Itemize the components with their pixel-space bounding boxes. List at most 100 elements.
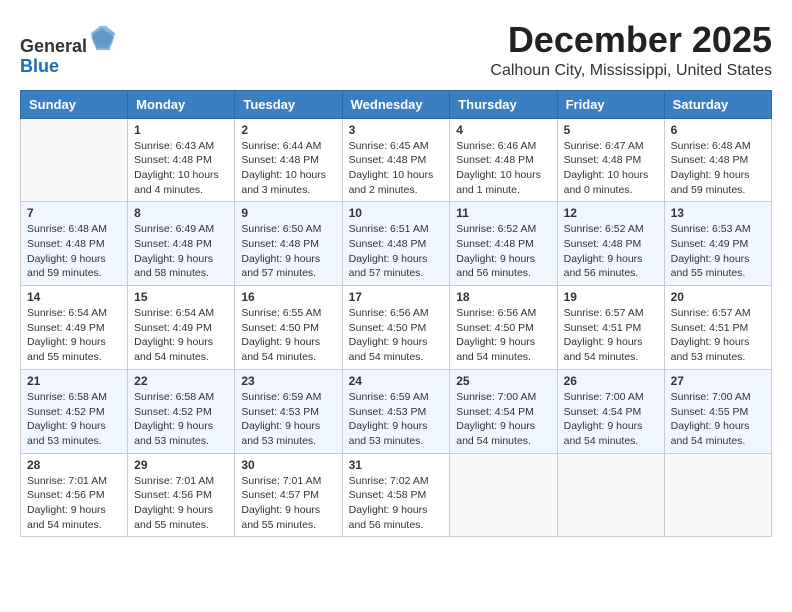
calendar-week-row: 1 Sunrise: 6:43 AM Sunset: 4:48 PM Daylig… — [21, 118, 772, 202]
calendar-cell: 15Sunrise: 6:54 AM Sunset: 4:49 PM Dayli… — [128, 286, 235, 370]
day-number: 14 — [27, 290, 121, 304]
day-info: Sunrise: 6:52 AM Sunset: 4:48 PM Dayligh… — [564, 222, 658, 281]
calendar-cell: 3Sunrise: 6:45 AM Sunset: 4:48 PM Daylig… — [342, 118, 450, 202]
day-info: Sunrise: 7:02 AM Sunset: 4:58 PM Dayligh… — [349, 474, 444, 533]
calendar-week-row: 21 Sunrise: 6:58 AM Sunset: 4:52 PM Dayli… — [21, 369, 772, 453]
day-number: 1 — [134, 123, 228, 137]
calendar-cell — [664, 453, 771, 537]
day-info: Sunrise: 6:48 AM Sunset: 4:48 PM Dayligh… — [27, 222, 121, 281]
calendar-cell: 12Sunrise: 6:52 AM Sunset: 4:48 PM Dayli… — [557, 202, 664, 286]
logo-blue: Blue — [20, 56, 59, 76]
day-number: 17 — [349, 290, 444, 304]
logo-icon — [89, 24, 117, 52]
weekday-header: Tuesday — [235, 90, 342, 118]
day-info: Sunrise: 7:01 AM Sunset: 4:56 PM Dayligh… — [134, 474, 228, 533]
weekday-header: Sunday — [21, 90, 128, 118]
day-number: 7 — [27, 206, 121, 220]
day-number: 15 — [134, 290, 228, 304]
day-info: Sunrise: 7:00 AM Sunset: 4:55 PM Dayligh… — [671, 390, 765, 449]
day-number: 28 — [27, 458, 121, 472]
day-number: 21 — [27, 374, 121, 388]
subtitle: Calhoun City, Mississippi, United States — [490, 62, 772, 80]
day-info: Sunrise: 6:50 AM Sunset: 4:48 PM Dayligh… — [241, 222, 335, 281]
page-header: General Blue December 2025 Calhoun City,… — [20, 20, 772, 80]
calendar-cell: 8Sunrise: 6:49 AM Sunset: 4:48 PM Daylig… — [128, 202, 235, 286]
calendar-cell: 30 Sunrise: 7:01 AM Sunset: 4:57 PM Dayli… — [235, 453, 342, 537]
day-info: Sunrise: 6:59 AM Sunset: 4:53 PM Dayligh… — [241, 390, 335, 449]
day-number: 5 — [564, 123, 658, 137]
day-number: 19 — [564, 290, 658, 304]
day-info: Sunrise: 6:44 AM Sunset: 4:48 PM Dayligh… — [241, 139, 335, 198]
calendar-cell: 6 Sunrise: 6:48 AM Sunset: 4:48 PM Daylig… — [664, 118, 771, 202]
day-number: 2 — [241, 123, 335, 137]
day-number: 30 — [241, 458, 335, 472]
weekday-header: Saturday — [664, 90, 771, 118]
calendar-cell: 23Sunrise: 6:59 AM Sunset: 4:53 PM Dayli… — [235, 369, 342, 453]
calendar-cell: 24 Sunrise: 6:59 AM Sunset: 4:53 PM Dayli… — [342, 369, 450, 453]
day-info: Sunrise: 7:01 AM Sunset: 4:56 PM Dayligh… — [27, 474, 121, 533]
day-number: 6 — [671, 123, 765, 137]
weekday-header: Friday — [557, 90, 664, 118]
calendar-cell: 25Sunrise: 7:00 AM Sunset: 4:54 PM Dayli… — [450, 369, 557, 453]
logo: General Blue — [20, 24, 117, 77]
day-info: Sunrise: 6:59 AM Sunset: 4:53 PM Dayligh… — [349, 390, 444, 449]
month-title: December 2025 — [490, 20, 772, 60]
day-info: Sunrise: 6:43 AM Sunset: 4:48 PM Dayligh… — [134, 139, 228, 198]
title-block: December 2025 Calhoun City, Mississippi,… — [490, 20, 772, 80]
weekday-header-row: SundayMondayTuesdayWednesdayThursdayFrid… — [21, 90, 772, 118]
day-info: Sunrise: 6:46 AM Sunset: 4:48 PM Dayligh… — [456, 139, 550, 198]
calendar-cell: 11Sunrise: 6:52 AM Sunset: 4:48 PM Dayli… — [450, 202, 557, 286]
calendar-cell: 22 Sunrise: 6:58 AM Sunset: 4:52 PM Dayli… — [128, 369, 235, 453]
day-info: Sunrise: 7:00 AM Sunset: 4:54 PM Dayligh… — [456, 390, 550, 449]
calendar-cell: 16Sunrise: 6:55 AM Sunset: 4:50 PM Dayli… — [235, 286, 342, 370]
calendar-cell — [21, 118, 128, 202]
weekday-header: Wednesday — [342, 90, 450, 118]
day-info: Sunrise: 6:49 AM Sunset: 4:48 PM Dayligh… — [134, 222, 228, 281]
day-number: 11 — [456, 206, 550, 220]
calendar-week-row: 14 Sunrise: 6:54 AM Sunset: 4:49 PM Dayli… — [21, 286, 772, 370]
day-info: Sunrise: 6:57 AM Sunset: 4:51 PM Dayligh… — [671, 306, 765, 365]
calendar-week-row: 28 Sunrise: 7:01 AM Sunset: 4:56 PM Dayli… — [21, 453, 772, 537]
day-number: 31 — [349, 458, 444, 472]
calendar-cell: 1 Sunrise: 6:43 AM Sunset: 4:48 PM Daylig… — [128, 118, 235, 202]
calendar-cell: 20Sunrise: 6:57 AM Sunset: 4:51 PM Dayli… — [664, 286, 771, 370]
weekday-header: Thursday — [450, 90, 557, 118]
day-info: Sunrise: 6:51 AM Sunset: 4:48 PM Dayligh… — [349, 222, 444, 281]
calendar-cell — [450, 453, 557, 537]
day-info: Sunrise: 7:01 AM Sunset: 4:57 PM Dayligh… — [241, 474, 335, 533]
calendar-cell: 17 Sunrise: 6:56 AM Sunset: 4:50 PM Dayli… — [342, 286, 450, 370]
calendar-cell: 14 Sunrise: 6:54 AM Sunset: 4:49 PM Dayli… — [21, 286, 128, 370]
day-number: 22 — [134, 374, 228, 388]
calendar-cell: 5 Sunrise: 6:47 AM Sunset: 4:48 PM Daylig… — [557, 118, 664, 202]
calendar-cell: 27Sunrise: 7:00 AM Sunset: 4:55 PM Dayli… — [664, 369, 771, 453]
day-number: 18 — [456, 290, 550, 304]
weekday-header: Monday — [128, 90, 235, 118]
day-info: Sunrise: 6:58 AM Sunset: 4:52 PM Dayligh… — [27, 390, 121, 449]
day-info: Sunrise: 6:47 AM Sunset: 4:48 PM Dayligh… — [564, 139, 658, 198]
day-info: Sunrise: 6:56 AM Sunset: 4:50 PM Dayligh… — [456, 306, 550, 365]
calendar-cell: 21 Sunrise: 6:58 AM Sunset: 4:52 PM Dayli… — [21, 369, 128, 453]
calendar-cell: 31 Sunrise: 7:02 AM Sunset: 4:58 PM Dayli… — [342, 453, 450, 537]
calendar-cell: 19Sunrise: 6:57 AM Sunset: 4:51 PM Dayli… — [557, 286, 664, 370]
calendar-cell: 9 Sunrise: 6:50 AM Sunset: 4:48 PM Daylig… — [235, 202, 342, 286]
calendar-cell: 29 Sunrise: 7:01 AM Sunset: 4:56 PM Dayli… — [128, 453, 235, 537]
day-number: 29 — [134, 458, 228, 472]
day-number: 24 — [349, 374, 444, 388]
day-number: 10 — [349, 206, 444, 220]
day-info: Sunrise: 6:45 AM Sunset: 4:48 PM Dayligh… — [349, 139, 444, 198]
day-number: 9 — [241, 206, 335, 220]
day-info: Sunrise: 6:54 AM Sunset: 4:49 PM Dayligh… — [27, 306, 121, 365]
day-number: 26 — [564, 374, 658, 388]
calendar-cell: 10 Sunrise: 6:51 AM Sunset: 4:48 PM Dayli… — [342, 202, 450, 286]
day-number: 16 — [241, 290, 335, 304]
calendar-cell: 4Sunrise: 6:46 AM Sunset: 4:48 PM Daylig… — [450, 118, 557, 202]
calendar-cell: 18 Sunrise: 6:56 AM Sunset: 4:50 PM Dayli… — [450, 286, 557, 370]
calendar-cell: 7 Sunrise: 6:48 AM Sunset: 4:48 PM Daylig… — [21, 202, 128, 286]
day-info: Sunrise: 7:00 AM Sunset: 4:54 PM Dayligh… — [564, 390, 658, 449]
day-info: Sunrise: 6:48 AM Sunset: 4:48 PM Dayligh… — [671, 139, 765, 198]
day-info: Sunrise: 6:56 AM Sunset: 4:50 PM Dayligh… — [349, 306, 444, 365]
day-info: Sunrise: 6:53 AM Sunset: 4:49 PM Dayligh… — [671, 222, 765, 281]
calendar-week-row: 7 Sunrise: 6:48 AM Sunset: 4:48 PM Daylig… — [21, 202, 772, 286]
logo-general: General — [20, 36, 87, 56]
day-info: Sunrise: 6:58 AM Sunset: 4:52 PM Dayligh… — [134, 390, 228, 449]
